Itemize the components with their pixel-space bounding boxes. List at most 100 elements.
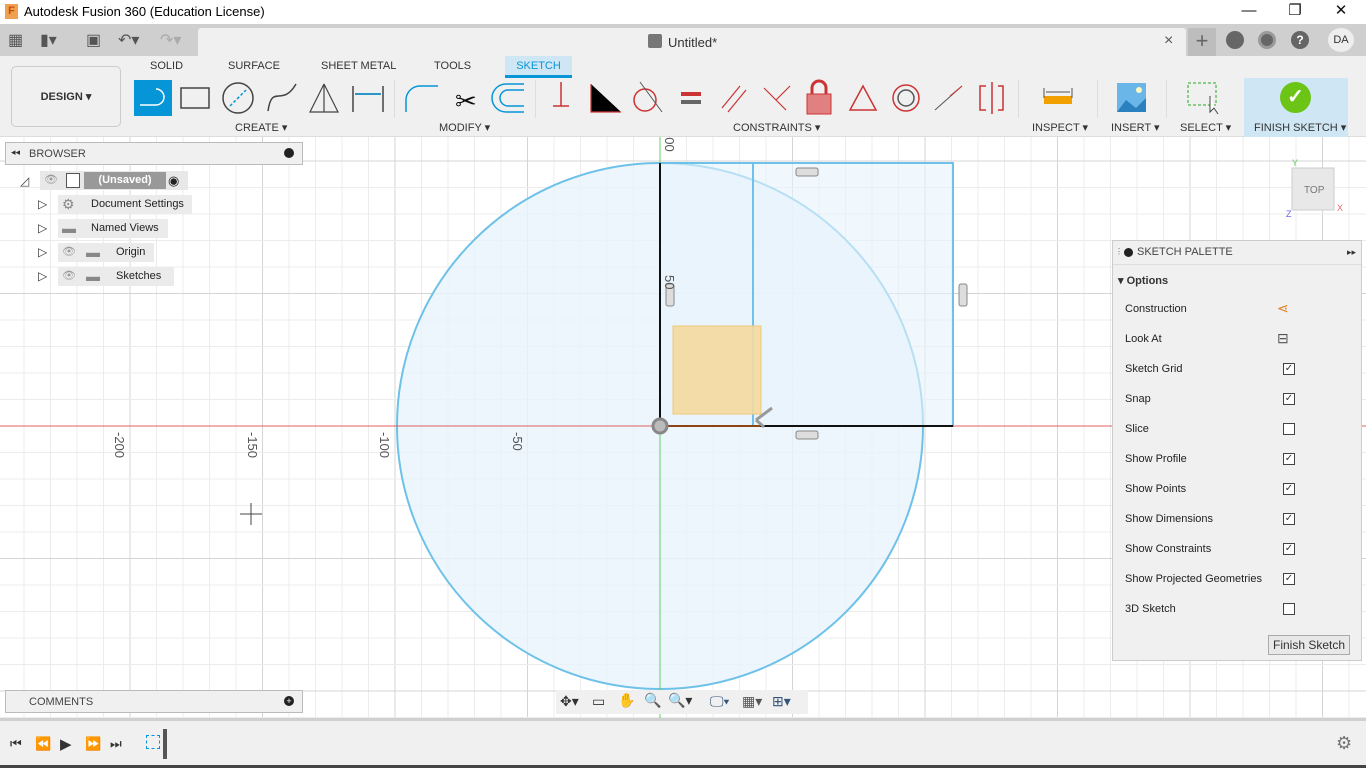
look-at-icon[interactable]: ▭ (592, 693, 605, 710)
checkbox[interactable]: ✓ (1283, 483, 1295, 495)
play-icon[interactable]: ▶ (60, 735, 72, 753)
checkbox[interactable]: ✓ (1283, 513, 1295, 525)
pan-icon[interactable]: ✋ (618, 692, 635, 709)
job-status-icon[interactable] (1258, 31, 1276, 49)
go-to-end-icon[interactable]: ⏭ (110, 736, 122, 752)
timeline-settings-gear-icon[interactable]: ⚙ (1336, 733, 1352, 754)
origin-point[interactable] (651, 417, 669, 435)
step-back-icon[interactable]: ⏪ (35, 736, 51, 752)
measure-icon[interactable] (1043, 88, 1073, 104)
file-menu-icon[interactable]: ▮▾ (40, 30, 57, 50)
insert-menu[interactable]: INSERT ▾ (1111, 121, 1160, 134)
selected-profile[interactable] (672, 325, 762, 415)
tab-sheet-metal[interactable]: SHEET METAL (321, 60, 396, 72)
tab-tools[interactable]: TOOLS (434, 60, 471, 72)
apps-grid-icon[interactable]: ▦ (8, 30, 23, 50)
sketch-timeline-icon[interactable] (146, 735, 160, 749)
viewcube[interactable]: TOP Y X Z (1286, 158, 1343, 219)
expand-item-icon[interactable]: ▷ (38, 221, 47, 235)
new-tab-button[interactable]: + (1188, 28, 1216, 56)
browser-root-item[interactable]: 👁 (Unsaved) ◉ (40, 171, 188, 190)
tab-surface[interactable]: SURFACE (228, 60, 280, 72)
equal-constraint-icon[interactable] (681, 92, 701, 104)
display-settings-icon[interactable]: 🖵▾ (710, 693, 729, 710)
comments-panel[interactable]: COMMENTS + (5, 690, 303, 713)
extensions-icon[interactable] (1226, 31, 1244, 49)
palette-collapse-icon[interactable]: ▸▸ (1347, 247, 1356, 258)
fix-constraint-icon[interactable] (553, 82, 569, 107)
palette-minimize-icon[interactable] (1124, 248, 1133, 257)
perpendicular-constraint-icon[interactable] (590, 84, 621, 113)
document-tab[interactable]: Untitled* × (198, 28, 1186, 56)
fit-window-icon[interactable]: 🔍▾ (668, 692, 692, 709)
concentric-constraint-icon[interactable] (892, 84, 920, 112)
checkbox[interactable]: ✓ (1283, 393, 1295, 405)
construction-toggle-icon[interactable]: ⋖ (1277, 300, 1289, 317)
undo-icon[interactable]: ↶▾ (118, 30, 139, 50)
step-forward-icon[interactable]: ⏩ (85, 736, 101, 752)
expand-item-icon[interactable]: ▷ (38, 269, 47, 283)
visibility-eye-icon[interactable]: 👁 (62, 243, 76, 262)
circle-tool-icon[interactable] (222, 82, 254, 114)
checkbox[interactable]: ✓ (1283, 363, 1295, 375)
tab-sketch[interactable]: SKETCH (505, 56, 572, 78)
help-icon[interactable]: ? (1291, 31, 1309, 49)
look-at-icon[interactable]: ⊟ (1277, 330, 1289, 347)
checkbox[interactable] (1283, 423, 1295, 435)
redo-icon[interactable]: ↷▾ (160, 30, 181, 50)
modify-menu[interactable]: MODIFY ▾ (439, 121, 490, 134)
go-to-start-icon[interactable]: ⏮ (10, 736, 22, 752)
fillet-tool-icon[interactable] (405, 85, 438, 112)
midpoint-constraint-icon[interactable] (934, 85, 963, 111)
parallel-constraint-icon[interactable] (721, 85, 747, 113)
checkbox[interactable]: ✓ (1283, 453, 1295, 465)
activate-radio-icon[interactable]: ◉ (168, 171, 179, 190)
timeline-marker[interactable] (163, 729, 167, 759)
expand-item-icon[interactable]: ▷ (38, 197, 47, 211)
visibility-eye-icon[interactable]: 👁 (44, 171, 58, 190)
options-section-header[interactable]: ▾ Options (1118, 274, 1168, 287)
checkbox[interactable]: ✓ (1283, 573, 1295, 585)
expand-item-icon[interactable]: ▷ (38, 245, 47, 259)
lock-constraint-icon[interactable] (806, 79, 832, 115)
triangle-constraint-icon[interactable] (848, 84, 878, 111)
viewcube-face[interactable]: TOP (1304, 185, 1325, 196)
browser-item[interactable]: ⚙ Document Settings (58, 195, 192, 214)
collinear-constraint-icon[interactable] (763, 85, 791, 111)
checkbox[interactable]: ✓ (1283, 543, 1295, 555)
rectangle-tool-icon[interactable] (180, 87, 210, 109)
tangent-constraint-icon[interactable] (633, 81, 663, 113)
grid-settings-icon[interactable]: ▦▾ (742, 693, 762, 710)
orbit-icon[interactable]: ✥▾ (560, 693, 579, 710)
finish-sketch-palette-button[interactable]: Finish Sketch (1268, 635, 1350, 655)
browser-item[interactable]: ▬ Named Views (58, 219, 168, 238)
constraints-menu[interactable]: CONSTRAINTS ▾ (733, 121, 820, 134)
zoom-icon[interactable]: 🔍 (644, 692, 661, 709)
viewports-icon[interactable]: ⊞▾ (772, 693, 791, 710)
close-tab-button[interactable]: × (1164, 32, 1173, 50)
expand-root-icon[interactable]: ◿ (20, 174, 29, 188)
trim-tool-icon[interactable]: ✂ (455, 86, 477, 116)
mirror-tool-icon[interactable] (309, 83, 339, 113)
restore-button[interactable]: ❐ (1272, 0, 1318, 24)
add-comment-icon[interactable]: + (284, 696, 294, 706)
save-icon[interactable]: ▣ (86, 30, 101, 50)
select-box-icon[interactable] (1187, 82, 1219, 115)
spline-tool-icon[interactable] (267, 83, 297, 112)
finish-sketch-menu[interactable]: FINISH SKETCH ▾ (1254, 121, 1346, 134)
create-menu[interactable]: CREATE ▾ (235, 121, 287, 134)
browser-item[interactable]: 👁 ▬ Sketches (58, 267, 174, 286)
user-avatar[interactable]: DA (1328, 28, 1354, 52)
checkbox[interactable] (1283, 603, 1295, 615)
visibility-eye-icon[interactable]: 👁 (62, 267, 76, 286)
collapse-browser-icon[interactable]: ◂◂ (11, 147, 20, 158)
symmetry-constraint-icon[interactable] (979, 82, 1004, 114)
line-tool-icon[interactable] (134, 80, 172, 116)
inspect-menu[interactable]: INSPECT ▾ (1032, 121, 1088, 134)
dimension-tool-icon[interactable] (352, 86, 384, 112)
browser-panel-header[interactable]: ◂◂ BROWSER (5, 142, 303, 165)
offset-tool-icon[interactable] (491, 83, 524, 113)
minimize-button[interactable]: — (1226, 0, 1272, 24)
insert-image-icon[interactable] (1117, 83, 1146, 112)
tab-solid[interactable]: SOLID (150, 60, 183, 72)
